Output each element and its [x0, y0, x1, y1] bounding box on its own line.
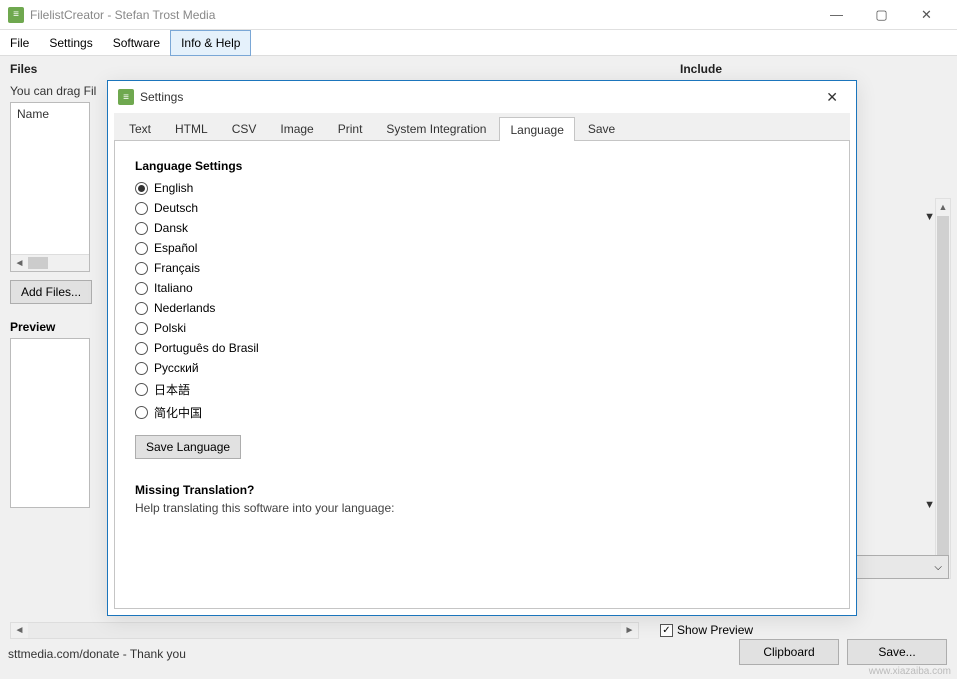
- menu-software[interactable]: Software: [103, 30, 170, 56]
- tab-save[interactable]: Save: [577, 116, 626, 140]
- tab-html[interactable]: HTML: [164, 116, 219, 140]
- column-header-name[interactable]: Name: [17, 107, 49, 121]
- tab-system-integration[interactable]: System Integration: [375, 116, 497, 140]
- radio-polski[interactable]: Polski: [135, 321, 829, 335]
- radio-icon[interactable]: [135, 222, 148, 235]
- language-settings-heading: Language Settings: [135, 159, 829, 173]
- radio-icon[interactable]: [135, 362, 148, 375]
- radio-icon[interactable]: [135, 202, 148, 215]
- radio-icon[interactable]: [135, 406, 148, 419]
- section-include-header: Include: [680, 62, 722, 76]
- menu-file[interactable]: File: [0, 30, 39, 56]
- clipboard-button[interactable]: Clipboard: [739, 639, 839, 665]
- chevron-down-icon: ⌵: [934, 562, 942, 573]
- scroll-right-icon[interactable]: ►: [621, 623, 638, 638]
- radio-francais[interactable]: Français: [135, 261, 829, 275]
- scroll-left-icon[interactable]: ◄: [11, 255, 28, 271]
- titlebar: ≡ FilelistCreator - Stefan Trost Media —…: [0, 0, 957, 30]
- dialog-close-button[interactable]: ✕: [818, 85, 846, 110]
- radio-icon[interactable]: [135, 182, 148, 195]
- files-hscrollbar[interactable]: ◄: [11, 254, 89, 271]
- language-tab-body: Language Settings English Deutsch Dansk …: [114, 141, 850, 609]
- maximize-button[interactable]: ▢: [859, 1, 904, 29]
- radio-espanol[interactable]: Español: [135, 241, 829, 255]
- scroll-left-icon[interactable]: ◄: [11, 623, 28, 638]
- radio-italiano[interactable]: Italiano: [135, 281, 829, 295]
- minimize-button[interactable]: —: [814, 1, 859, 29]
- tab-language[interactable]: Language: [499, 117, 574, 141]
- include-vscrollbar[interactable]: ▲ ▼: [935, 198, 951, 579]
- radio-english[interactable]: English: [135, 181, 829, 195]
- close-button[interactable]: ✕: [904, 1, 949, 29]
- missing-translation-text: Help translating this software into your…: [135, 501, 829, 515]
- dialog-titlebar[interactable]: ≡ Settings ✕: [108, 81, 856, 113]
- tab-print[interactable]: Print: [327, 116, 374, 140]
- radio-icon[interactable]: [135, 282, 148, 295]
- missing-translation-heading: Missing Translation?: [135, 483, 829, 497]
- donate-link[interactable]: sttmedia.com/donate - Thank you: [8, 647, 186, 661]
- radio-icon[interactable]: [135, 262, 148, 275]
- radio-icon[interactable]: [135, 322, 148, 335]
- settings-dialog: ≡ Settings ✕ Text HTML CSV Image Print S…: [107, 80, 857, 616]
- tab-csv[interactable]: CSV: [221, 116, 268, 140]
- watermark: www.xiazaiba.com: [869, 666, 951, 677]
- radio-nederlands[interactable]: Nederlands: [135, 301, 829, 315]
- settings-tabs: Text HTML CSV Image Print System Integra…: [114, 113, 850, 141]
- section-files-header: Files: [10, 62, 680, 76]
- radio-icon[interactable]: [135, 383, 148, 396]
- tab-image[interactable]: Image: [269, 116, 324, 140]
- menu-settings[interactable]: Settings: [39, 30, 102, 56]
- radio-japanese[interactable]: 日本語: [135, 381, 829, 398]
- preview-panel: [10, 338, 90, 508]
- radio-portugues[interactable]: Português do Brasil: [135, 341, 829, 355]
- radio-chinese[interactable]: 简化中国: [135, 404, 829, 421]
- menu-info-help[interactable]: Info & Help: [170, 30, 251, 56]
- radio-icon[interactable]: [135, 242, 148, 255]
- radio-deutsch[interactable]: Deutsch: [135, 201, 829, 215]
- radio-icon[interactable]: [135, 342, 148, 355]
- preview-hscrollbar[interactable]: ◄ ►: [10, 622, 639, 639]
- menubar: File Settings Software Info & Help: [0, 30, 957, 56]
- show-preview-checkbox[interactable]: ✓ Show Preview: [660, 623, 753, 637]
- save-button[interactable]: Save...: [847, 639, 947, 665]
- app-icon: ≡: [118, 89, 134, 105]
- files-list[interactable]: Name ◄: [10, 102, 90, 272]
- radio-icon[interactable]: [135, 302, 148, 315]
- radio-russian[interactable]: Русский: [135, 361, 829, 375]
- tab-text[interactable]: Text: [118, 116, 162, 140]
- radio-dansk[interactable]: Dansk: [135, 221, 829, 235]
- save-language-button[interactable]: Save Language: [135, 435, 241, 459]
- add-files-button[interactable]: Add Files...: [10, 280, 92, 304]
- bottom-bar: ◄ ► ✓ Show Preview sttmedia.com/donate -…: [0, 611, 957, 679]
- window-title: FilelistCreator - Stefan Trost Media: [30, 8, 215, 22]
- show-preview-label: Show Preview: [677, 623, 753, 637]
- app-icon: ≡: [8, 7, 24, 23]
- dialog-title: Settings: [140, 90, 183, 104]
- scroll-up-icon[interactable]: ▲: [936, 199, 950, 216]
- check-icon[interactable]: ✓: [660, 624, 673, 637]
